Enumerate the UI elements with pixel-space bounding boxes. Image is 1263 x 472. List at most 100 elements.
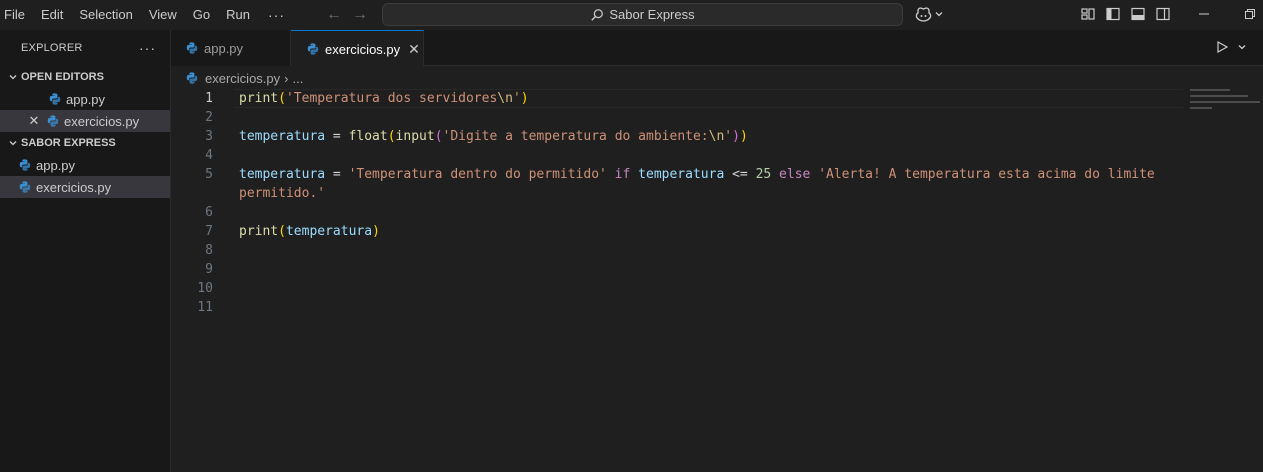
code-line: 3 temperatura = float(input('Digite a te… xyxy=(171,127,748,146)
close-icon[interactable]: ✕ xyxy=(26,113,42,129)
code-token: permitido.' xyxy=(239,186,326,201)
close-icon[interactable]: ✕ xyxy=(408,41,420,58)
workspace-label: SABOR EXPRESS xyxy=(21,137,116,149)
line-number: 9 xyxy=(205,262,213,277)
code-token: ( xyxy=(434,129,443,144)
code-token: ' xyxy=(512,91,521,106)
toggle-primary-sidebar-icon[interactable] xyxy=(1105,6,1121,22)
menu-selection[interactable]: Selection xyxy=(71,0,140,30)
window-controls xyxy=(1196,6,1258,22)
file-label: exercicios.py xyxy=(36,179,112,195)
line-number: 8 xyxy=(205,243,213,258)
code-line: 4 xyxy=(171,146,213,165)
code-token: ( xyxy=(387,129,396,144)
line-number: 1 xyxy=(205,91,213,106)
code-token: 'Alerta! A temperatura esta acima do lim… xyxy=(818,167,1155,182)
explorer-more-button[interactable]: ··· xyxy=(139,40,156,56)
code-text: print(temperatura) xyxy=(239,224,380,239)
line-number: 11 xyxy=(197,300,213,315)
code-token: 25 xyxy=(755,167,772,182)
menu-file[interactable]: File xyxy=(0,0,33,30)
line-number: 10 xyxy=(197,281,213,296)
chevron-down-icon xyxy=(1238,45,1246,50)
line-number: 4 xyxy=(205,148,213,163)
explorer-header: EXPLORER ··· xyxy=(0,30,170,66)
minimize-icon[interactable] xyxy=(1196,6,1212,22)
code-line: 11 xyxy=(171,298,213,317)
code-token: <= xyxy=(724,167,756,182)
code-text: print('Temperatura dos servidores\n') xyxy=(239,91,529,106)
code-line-wrapped: permitido.' xyxy=(171,184,325,203)
explorer-sidebar: EXPLORER ··· OPEN EDITORS app.py ✕ exerc… xyxy=(0,30,171,472)
search-icon xyxy=(591,8,604,21)
run-python-file-button[interactable] xyxy=(1215,40,1247,54)
code-token: ( xyxy=(278,91,286,106)
tab-exercicios-py[interactable]: exercicios.py ✕ xyxy=(291,30,424,67)
code-token: temperatura xyxy=(285,224,373,239)
code-token: if xyxy=(606,167,639,182)
tab-label: app.py xyxy=(204,40,244,56)
code-line: 2 xyxy=(171,108,213,127)
code-line: 8 xyxy=(171,241,213,260)
minimap[interactable] xyxy=(1190,89,1260,119)
python-file-icon xyxy=(19,159,31,171)
open-editor-app-py[interactable]: app.py xyxy=(0,88,170,110)
workspace-header[interactable]: SABOR EXPRESS xyxy=(0,132,170,154)
open-editor-exercicios-py[interactable]: ✕ exercicios.py xyxy=(0,110,170,132)
chevron-down-icon xyxy=(935,12,943,17)
file-label: app.py xyxy=(36,157,76,173)
tab-app-py[interactable]: app.py xyxy=(171,30,291,66)
code-token: ' xyxy=(724,129,733,144)
menu-more-button[interactable]: ··· xyxy=(258,0,295,30)
breadcrumb-symbols[interactable]: ... xyxy=(292,71,303,86)
python-file-icon xyxy=(307,43,319,55)
line-number: 6 xyxy=(205,205,213,220)
code-line: 5 temperatura = 'Temperatura dentro do p… xyxy=(171,165,1155,184)
code-token: ) xyxy=(372,224,380,239)
explorer-title: EXPLORER xyxy=(21,42,83,54)
menu-run[interactable]: Run xyxy=(218,0,258,30)
python-file-icon xyxy=(19,181,31,193)
minimap-line xyxy=(1190,95,1248,97)
file-app-py[interactable]: app.py xyxy=(0,154,170,176)
menu-bar: File Edit Selection View Go Run ··· xyxy=(0,0,295,30)
code-token: ) xyxy=(739,129,748,144)
python-file-icon xyxy=(47,115,59,127)
file-exercicios-py[interactable]: exercicios.py xyxy=(0,176,170,198)
code-text: temperatura = 'Temperatura dentro do per… xyxy=(239,167,1155,182)
code-token: \n xyxy=(497,91,513,106)
minimap-line xyxy=(1190,101,1260,103)
copilot-button[interactable] xyxy=(915,6,944,22)
code-editor[interactable]: 1 print('Temperatura dos servidores\n') … xyxy=(171,89,1263,472)
code-token: temperatura xyxy=(239,167,326,182)
back-arrow-icon[interactable]: ← xyxy=(326,5,342,25)
python-file-icon xyxy=(49,93,61,105)
breadcrumb-file[interactable]: exercicios.py xyxy=(205,71,280,86)
editor-tab-bar: app.py exercicios.py ✕ xyxy=(171,30,1263,67)
forward-arrow-icon[interactable]: → xyxy=(352,5,368,25)
layout-controls xyxy=(1080,6,1171,22)
minimap-line xyxy=(1190,107,1212,109)
code-line: 6 xyxy=(171,203,213,222)
tab-label: exercicios.py xyxy=(325,41,401,57)
restore-icon[interactable] xyxy=(1242,6,1258,22)
toggle-secondary-sidebar-icon[interactable] xyxy=(1155,6,1171,22)
code-token: ) xyxy=(732,129,740,144)
python-file-icon xyxy=(186,72,198,84)
python-file-icon xyxy=(186,42,198,54)
code-token: else xyxy=(771,167,819,182)
menu-edit[interactable]: Edit xyxy=(33,0,71,30)
chevron-down-icon xyxy=(6,138,20,148)
code-token: print xyxy=(239,91,279,106)
open-editors-header[interactable]: OPEN EDITORS xyxy=(0,66,170,88)
breadcrumb-separator: › xyxy=(284,70,289,86)
toggle-panel-icon[interactable] xyxy=(1130,6,1146,22)
minimap-line xyxy=(1190,89,1230,91)
line-number: 2 xyxy=(205,110,213,125)
menu-view[interactable]: View xyxy=(141,0,185,30)
customize-layout-icon[interactable] xyxy=(1080,6,1096,22)
chevron-down-icon xyxy=(6,72,20,82)
menu-go[interactable]: Go xyxy=(185,0,218,30)
open-editor-label: exercicios.py xyxy=(64,113,140,129)
command-center-search[interactable]: Sabor Express xyxy=(382,3,903,26)
